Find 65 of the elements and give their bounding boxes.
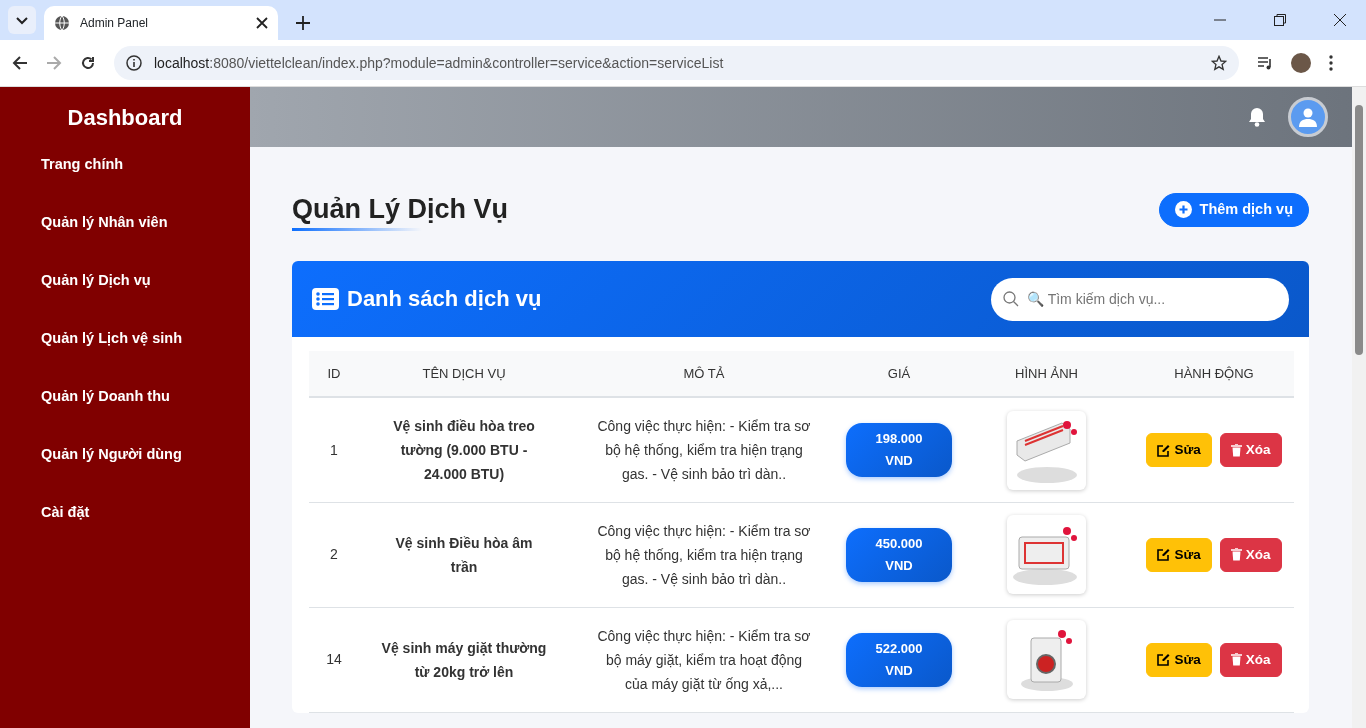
edit-icon [1157,443,1171,457]
description-cell: Công việc thực hiện: - Kiểm tra sơ bộ máy giặt, kiểm tra hoạt động của máy giặt từ ống xả,... [569,607,839,713]
sidebar-item[interactable]: Quản lý Dịch vụ [0,261,250,320]
sidebar-title: Dashboard [66,105,184,132]
url-text: localhost:8080/viettelclean/index.php?module=admin&controller=service&action=serviceList [154,53,725,73]
page-title: Quản Lý Dịch Vụ [292,193,509,232]
edit-button[interactable]: Sửa [1146,537,1212,572]
trash-icon [1230,548,1242,562]
delete-button[interactable]: Xóa [1219,642,1282,677]
id-cell: 1 [309,397,359,503]
close-icon[interactable] [256,17,268,29]
sidebar-item[interactable]: Cài đặt [0,493,250,552]
edit-button[interactable]: Sửa [1146,642,1212,677]
description-cell: Công việc thực hiện: - Kiểm tra sơ bộ hệ thống, kiểm tra hiện trạng gas. - Vệ sinh bảo trì dàn.. [569,397,839,503]
restore-icon[interactable] [1274,14,1286,26]
service-name-cell: Vệ sinh Điều hòa âm trần [359,502,569,608]
menu-icon[interactable] [1329,55,1333,71]
reload-icon[interactable] [80,55,96,71]
close-icon[interactable] [1334,14,1346,26]
plus-circle-icon [1174,201,1192,219]
trash-icon [1230,653,1242,667]
column-header: HÀNH ĐỘNG [1134,351,1294,398]
description-cell: Công việc thực hiện: - Kiểm tra sơ bộ hệ thống, kiểm tra hiện trạng gas. - Vệ sinh bảo trì dàn.. [569,502,839,608]
profile-avatar[interactable] [1291,53,1311,73]
tab-list-icon[interactable] [8,6,36,34]
edit-icon [1157,548,1171,562]
sidebar-item[interactable]: Trang chính [0,145,250,204]
search-icon [1003,291,1019,308]
sidebar-item[interactable]: Quản lý Lịch vệ sinh [0,319,250,378]
back-icon[interactable] [12,55,28,71]
globe-icon [54,15,70,31]
new-tab-icon[interactable] [296,16,310,30]
notification-bell-icon[interactable] [1248,107,1266,127]
info-icon [126,55,142,71]
sidebar-item[interactable]: Quản lý Người dùng [0,435,250,494]
scrollbar[interactable] [1352,87,1366,728]
browser-tab[interactable]: Admin Panel [44,6,278,40]
media-icon[interactable] [1257,55,1273,71]
price-badge: 198.000 VND [846,423,952,478]
edit-icon [1157,653,1171,667]
address-bar[interactable]: localhost:8080/viettelclean/index.php?module=admin&controller=service&action=serviceList [114,46,1239,80]
service-name-cell: Vệ sinh điều hòa treo tường (9.000 BTU - 24.000 BTU) [359,397,569,503]
search-field[interactable]: 🔍 Tìm kiếm dịch vụ... [991,277,1289,321]
list-icon [312,288,339,311]
price-badge: 450.000 VND [846,527,952,582]
sidebar-item[interactable]: Quản lý Nhân viên [0,203,250,262]
delete-button[interactable]: Xóa [1219,433,1282,468]
column-header: HÌNH ẢNH [959,351,1134,398]
tab-title: Admin Panel [80,15,150,32]
trash-icon [1230,443,1242,457]
price-badge: 522.000 VND [846,632,952,687]
sidebar-item[interactable]: Quản lý Doanh thu [0,377,250,436]
service-name-cell: Vệ sinh máy giặt thường từ 20kg trở lên [359,607,569,713]
column-header: TÊN DỊCH VỤ [359,351,569,398]
column-header: GIÁ [839,351,959,398]
panel-title: Danh sách dịch vụ [347,286,542,313]
column-header: MÔ TẢ [569,351,839,398]
id-cell: 2 [309,502,359,608]
user-avatar[interactable] [1288,97,1328,137]
star-icon[interactable] [1211,55,1227,71]
id-cell: 14 [309,607,359,713]
column-header: ID [309,351,359,398]
delete-button[interactable]: Xóa [1219,537,1282,572]
edit-button[interactable]: Sửa [1146,433,1212,468]
add-service-button[interactable]: Thêm dịch vụ [1158,193,1309,227]
